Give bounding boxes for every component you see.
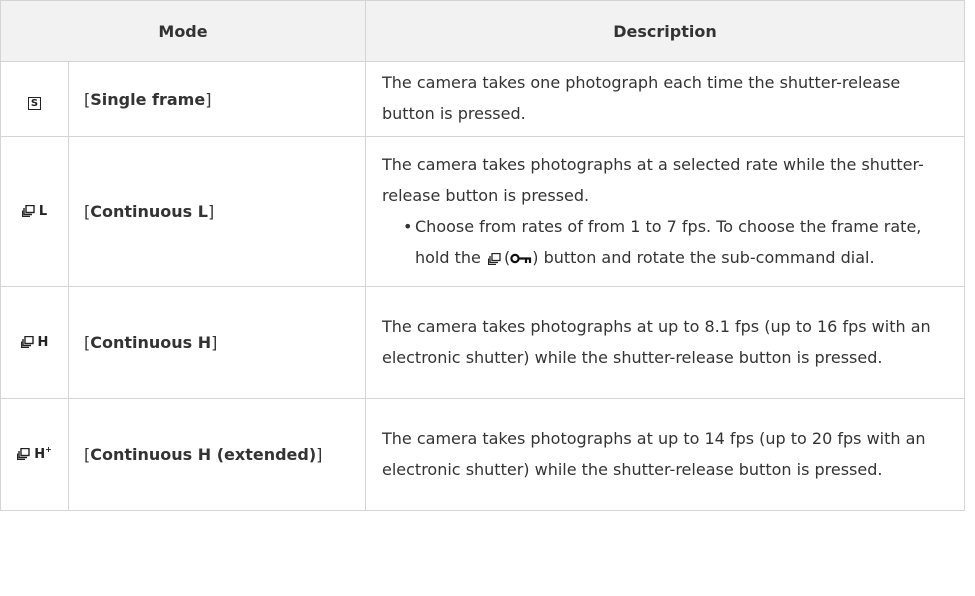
- description-text: The camera takes photographs at up to 8.…: [382, 316, 931, 367]
- description-text: The camera takes photographs at a select…: [382, 154, 924, 205]
- close-bracket: ]: [316, 445, 323, 464]
- key-lock-icon: [510, 253, 532, 263]
- table-row: H [Continuous H] The camera takes photog…: [0, 286, 965, 399]
- mode-icon-cell: H: [0, 286, 69, 399]
- header-mode: Mode: [0, 0, 366, 62]
- page: Mode Description S [Single frame] The ca…: [0, 0, 975, 596]
- stack-frames-icon: [20, 336, 34, 349]
- close-bracket: ]: [207, 202, 215, 221]
- mode-icon-cell: L: [0, 136, 69, 287]
- bullet-item: • Choose from rates of from 1 to 7 fps. T…: [382, 211, 946, 273]
- continuous-low-letter: L: [38, 203, 48, 219]
- paren-close: ): [532, 247, 539, 267]
- setting-cell: [Single frame]: [68, 61, 366, 137]
- continuous-high-letter: H: [37, 334, 49, 350]
- description-cell: The camera takes one photograph each tim…: [365, 61, 965, 137]
- continuous-low-icon: L: [21, 196, 48, 227]
- table-row: H + [Continuous H (extended)] The camera …: [0, 398, 965, 511]
- description-cell: The camera takes photographs at a select…: [365, 136, 965, 287]
- stack-frames-icon: [21, 205, 35, 218]
- bullet-marker: •: [403, 216, 413, 236]
- continuous-high-extended-icon: H +: [17, 439, 52, 470]
- continuous-high-icon: H: [20, 327, 49, 358]
- release-mode-icon: [487, 252, 501, 265]
- setting-cell: [Continuous H]: [68, 286, 366, 399]
- mode-icon-cell: H +: [0, 398, 69, 511]
- description-cell: The camera takes photographs at up to 8.…: [365, 286, 965, 399]
- single-frame-icon: S: [28, 96, 41, 110]
- setting-name: Continuous L: [90, 202, 208, 221]
- description-text: The camera takes one photograph each tim…: [382, 73, 901, 123]
- table-row: L [Continuous L] The camera takes photog…: [0, 136, 965, 287]
- setting-cell: [Continuous L]: [68, 136, 366, 287]
- mode-icon-cell: S: [0, 61, 69, 137]
- description-text: The camera takes photographs at up to 14…: [382, 428, 926, 479]
- header-description: Description: [365, 0, 965, 62]
- setting-cell: [Continuous H (extended)]: [68, 398, 366, 511]
- description-cell: The camera takes photographs at up to 14…: [365, 398, 965, 511]
- release-mode-table: Mode Description S [Single frame] The ca…: [0, 0, 965, 511]
- close-bracket: ]: [211, 333, 218, 352]
- continuous-high-extended-letter: H: [34, 446, 46, 462]
- table-row: S [Single frame] The camera takes one ph…: [0, 61, 965, 137]
- table-header-row: Mode Description: [0, 0, 965, 62]
- stack-frames-icon: [17, 448, 30, 461]
- setting-name: Continuous H: [90, 333, 212, 352]
- setting-name: Single frame: [90, 89, 206, 109]
- setting-name: Continuous H (extended): [90, 445, 317, 464]
- close-bracket: ]: [205, 89, 212, 109]
- bullet-text-after: button and rotate the sub-command dial.: [543, 247, 875, 267]
